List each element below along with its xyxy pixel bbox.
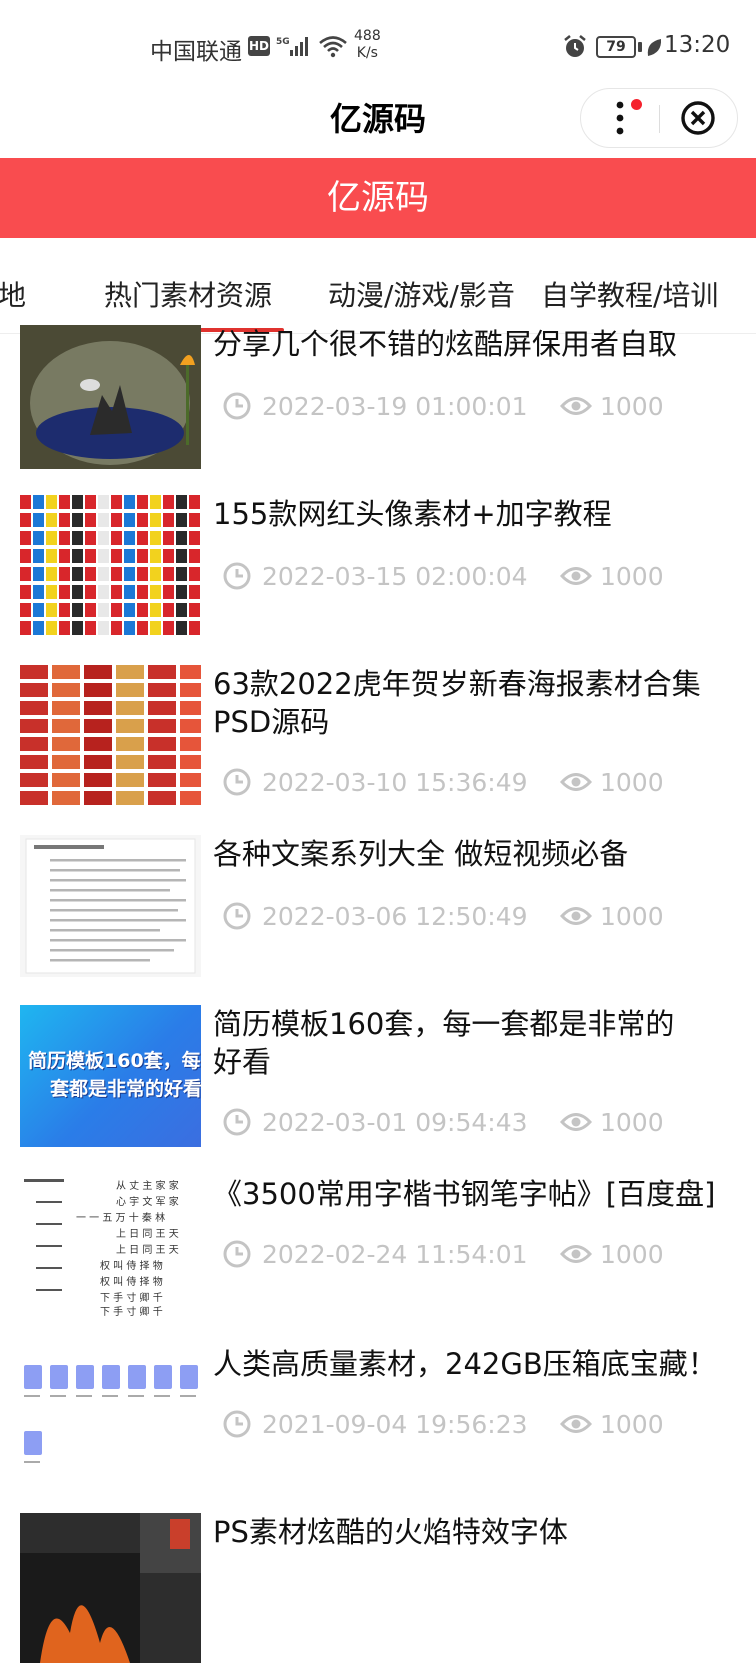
- clock-icon: [223, 902, 251, 930]
- svg-text:5G: 5G: [276, 37, 290, 47]
- thumbnail-ps-flame: [20, 1513, 201, 1663]
- svg-text:从 丈 主 家 家: 从 丈 主 家 家: [116, 1179, 179, 1192]
- item-meta: 2021-09-04 19:56:23 1000: [222, 1409, 742, 1443]
- svg-text:上 日 同 王 天: 上 日 同 王 天: [116, 1228, 179, 1240]
- clock-time: 13:20: [664, 32, 731, 58]
- item-views: 1000: [600, 392, 664, 421]
- item-views: 1000: [600, 1108, 664, 1137]
- close-button[interactable]: [660, 89, 738, 147]
- category-tabs: 地 热门素材资源 动漫/游戏/影音 自学教程/培训: [0, 238, 756, 334]
- item-views: 1000: [600, 1240, 664, 1269]
- item-meta: 2022-03-19 01:00:01 1000: [222, 391, 742, 425]
- item-title: 简历模板160套，每一套都是非常的好看: [213, 1007, 675, 1079]
- thumbnail-document: [20, 835, 201, 977]
- alarm-icon: [564, 35, 586, 57]
- item-views: 1000: [600, 902, 664, 931]
- tab-local[interactable]: 地: [0, 274, 26, 314]
- eye-icon: [560, 773, 592, 791]
- eye-icon: [560, 1415, 592, 1433]
- eye-icon: [560, 907, 592, 925]
- item-meta: 2022-03-15 02:00:04 1000: [222, 561, 742, 595]
- item-date: 2022-02-24 11:54:01: [262, 1240, 528, 1269]
- eye-icon: [560, 567, 592, 585]
- clock-icon: [223, 768, 251, 796]
- item-views: 1000: [600, 1410, 664, 1439]
- item-title: 各种文案系列大全 做短视频必备: [213, 837, 629, 871]
- tab-anime-games[interactable]: 动漫/游戏/影音: [328, 274, 515, 314]
- clock-icon: [223, 392, 251, 420]
- item-date: 2022-03-19 01:00:01: [262, 392, 528, 421]
- thumbnail-text-line-1: 简历模板160套，每一: [28, 1050, 201, 1072]
- net-speed: 488 K/s: [354, 28, 381, 62]
- clock-icon: [223, 1410, 251, 1438]
- capsule-menu: [580, 88, 738, 148]
- item-title: 155款网红头像素材+加字教程: [213, 497, 612, 531]
- status-bar: 中国联通 HD 5G 488 K/s 79 13:20: [0, 0, 756, 90]
- clock-icon: [223, 562, 251, 590]
- more-button[interactable]: [581, 89, 659, 147]
- clock-icon: [223, 1108, 251, 1136]
- battery-icon: 79: [596, 36, 636, 58]
- list-item[interactable]: 简历模板160套，每一 套都是非常的好看 简历模板160套，每一套都是非常的好看…: [0, 1005, 756, 1175]
- svg-text:心 宇 文 军 家: 心 宇 文 军 家: [116, 1195, 179, 1208]
- eye-icon: [560, 397, 592, 415]
- item-date: 2022-03-15 02:00:04: [262, 562, 528, 591]
- item-date: 2022-03-06 12:50:49: [262, 902, 528, 931]
- thumbnail-text: 简历模板160套，每一 套都是非常的好看: [28, 1047, 201, 1103]
- net-speed-unit: K/s: [356, 45, 378, 61]
- hd-icon: HD: [248, 36, 270, 56]
- item-meta: 2022-03-06 12:50:49 1000: [222, 901, 742, 935]
- svg-text:上 日 同 王 天: 上 日 同 王 天: [116, 1244, 179, 1256]
- thumbnail-avatar-grid: [20, 495, 201, 637]
- item-date: 2022-03-10 15:36:49: [262, 768, 528, 797]
- wifi-icon: [319, 36, 347, 58]
- list-item[interactable]: 155款网红头像素材+加字教程 2022-03-15 02:00:04 1000: [0, 495, 756, 665]
- item-meta: 2022-03-10 15:36:49 1000: [222, 767, 742, 801]
- item-date: 2022-03-01 09:54:43: [262, 1108, 528, 1137]
- item-title: 63款2022虎年贺岁新春海报素材合集PSD源码: [213, 667, 701, 739]
- item-meta: 2022-02-24 11:54:01 1000: [222, 1239, 742, 1273]
- list-item[interactable]: 从 丈 主 家 家心 宇 文 军 家一 一 五 万 十 秦 林上 日 同 王 天…: [0, 1175, 756, 1345]
- item-date: 2021-09-04 19:56:23: [262, 1410, 528, 1439]
- leaf-icon: [647, 39, 662, 56]
- list-item[interactable]: 63款2022虎年贺岁新春海报素材合集PSD源码 2022-03-10 15:3…: [0, 665, 756, 835]
- thumbnail-resume-banner: 简历模板160套，每一 套都是非常的好看: [20, 1005, 201, 1147]
- list-item[interactable]: PS素材炫酷的火焰特效字体: [0, 1513, 756, 1663]
- item-title: 人类高质量素材，242GB压箱底宝藏！: [213, 1347, 717, 1381]
- carrier-label: 中国联通: [150, 39, 242, 65]
- item-meta: 2022-03-01 09:54:43 1000: [222, 1107, 742, 1141]
- more-dots-icon: [616, 101, 624, 135]
- thumbnail-goldfish-bowl: [20, 325, 201, 469]
- signal-icon: 5G: [276, 37, 308, 56]
- clock-icon: [223, 1240, 251, 1268]
- tab-hot-materials[interactable]: 热门素材资源: [104, 274, 272, 314]
- svg-text:下 手 寸 卿 千: 下 手 寸 卿 千: [100, 1305, 163, 1317]
- item-title: PS素材炫酷的火焰特效字体: [213, 1515, 568, 1549]
- thumbnail-copybook: 从 丈 主 家 家心 宇 文 军 家一 一 五 万 十 秦 林上 日 同 王 天…: [20, 1175, 201, 1317]
- list-item[interactable]: 分享几个很不错的炫酷屏保用者自取 2022-03-19 01:00:01 100…: [0, 325, 756, 505]
- svg-text:权 叫 侍 择 物: 权 叫 侍 择 物: [100, 1259, 163, 1272]
- eye-icon: [560, 1113, 592, 1131]
- notification-dot: [631, 99, 642, 110]
- item-views: 1000: [600, 562, 664, 591]
- net-speed-value: 488: [354, 28, 381, 44]
- tab-tutorials[interactable]: 自学教程/培训: [541, 274, 718, 314]
- svg-text:下 手 寸 卿 千: 下 手 寸 卿 千: [100, 1291, 163, 1304]
- svg-text:权 叫 侍 择 物: 权 叫 侍 择 物: [100, 1275, 163, 1288]
- thumbnail-poster-grid: [20, 665, 201, 807]
- battery-tip: [638, 42, 642, 52]
- eye-icon: [560, 1245, 592, 1263]
- header-banner: 亿源码: [0, 158, 756, 238]
- thumbnail-text-line-2: 套都是非常的好看: [50, 1078, 201, 1100]
- list-item[interactable]: 各种文案系列大全 做短视频必备 2022-03-06 12:50:49 1000: [0, 835, 756, 1005]
- item-title: 分享几个很不错的炫酷屏保用者自取: [213, 327, 678, 361]
- list-item[interactable]: 人类高质量素材，242GB压箱底宝藏！ 2021-09-04 19:56:23 …: [0, 1345, 756, 1515]
- svg-text:一 一 五 万 十 秦 林: 一 一 五 万 十 秦 林: [76, 1211, 165, 1224]
- item-views: 1000: [600, 768, 664, 797]
- close-icon: [681, 101, 715, 135]
- thumbnail-folders: [20, 1345, 201, 1487]
- item-title: 《3500常用字楷书钢笔字帖》[百度盘]: [213, 1177, 716, 1211]
